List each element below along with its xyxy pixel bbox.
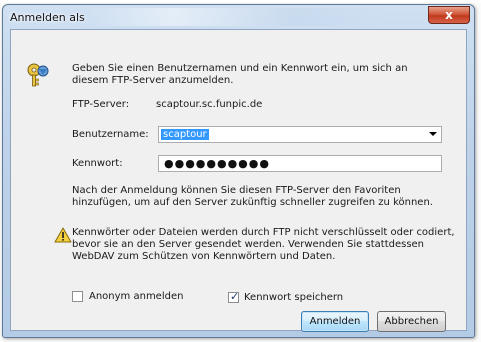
login-button[interactable]: Anmelden xyxy=(301,311,369,332)
save-password-label[interactable]: Kennwort speichern xyxy=(244,292,343,304)
server-value: scaptour.sc.funpic.de xyxy=(156,99,263,110)
anonymous-checkbox[interactable] xyxy=(72,291,83,302)
username-combobox[interactable]: scaptour xyxy=(158,126,442,143)
close-icon: x xyxy=(445,8,453,22)
password-label: Kennwort: xyxy=(72,158,123,169)
username-label: Benutzername: xyxy=(72,129,149,140)
warning-icon xyxy=(54,227,72,243)
dialog-title: Anmelden als xyxy=(10,11,85,24)
favorites-note: Nach der Anmeldung können Sie diesen FTP… xyxy=(72,185,433,208)
password-field[interactable]: ●●●●●●●●●● xyxy=(158,155,442,172)
dialog-client-area: Geben Sie einen Benutzernamen und ein Ke… xyxy=(10,29,467,332)
intro-text: Geben Sie einen Benutzernamen und ein Ke… xyxy=(72,63,408,86)
close-button[interactable]: x xyxy=(428,6,470,24)
desktop-top-strip xyxy=(0,0,481,3)
password-masked-text: ●●●●●●●●●● xyxy=(164,157,270,170)
dropdown-arrow-icon[interactable] xyxy=(429,132,437,136)
cancel-button[interactable]: Abbrechen xyxy=(377,311,446,332)
keys-icon xyxy=(27,63,49,87)
login-dialog: Anmelden als x Geben Sie einen Benutzern… xyxy=(2,4,475,338)
anonymous-label[interactable]: Anonym anmelden xyxy=(89,291,183,303)
warning-note: Kennwörter oder Dateien werden durch FTP… xyxy=(72,227,455,262)
title-bar-glass xyxy=(83,8,383,26)
save-password-checkbox[interactable]: ✓ xyxy=(228,290,240,303)
username-selected-text: scaptour xyxy=(161,129,209,140)
checkmark-icon: ✓ xyxy=(230,290,240,303)
server-label: FTP-Server: xyxy=(72,99,130,110)
